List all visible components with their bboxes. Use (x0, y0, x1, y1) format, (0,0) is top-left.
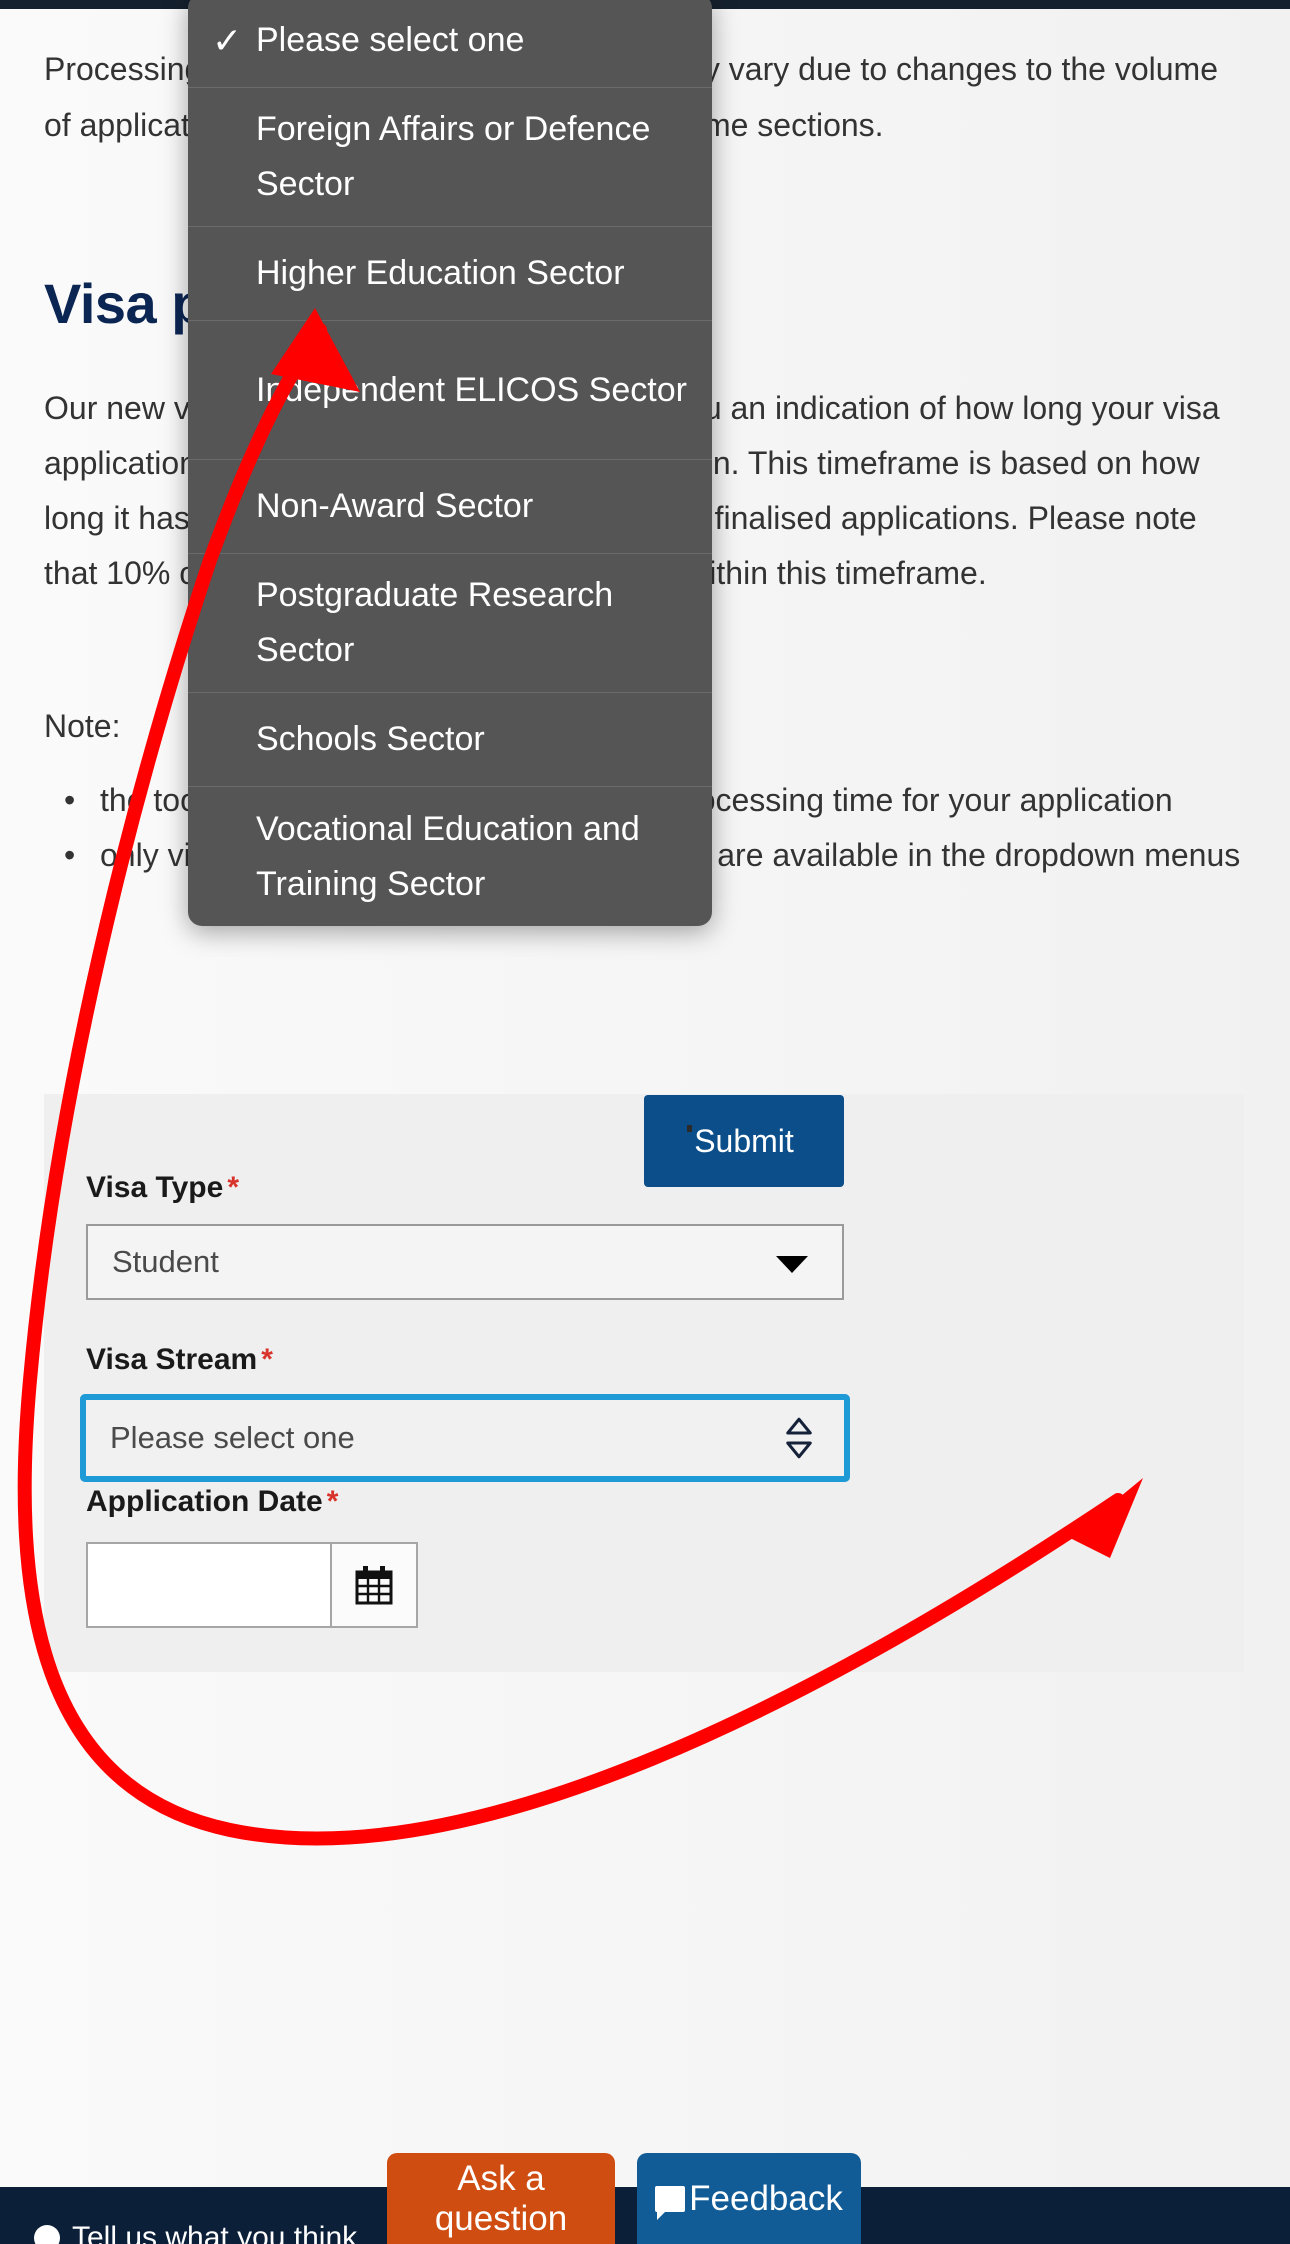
required-asterisk: * (326, 1485, 339, 1518)
application-date-label: Application Date * (86, 1485, 339, 1518)
calendar-picker-button[interactable] (330, 1542, 418, 1628)
dropdown-option-label: Please select one (256, 21, 525, 59)
feedback-label: Feedback (689, 2178, 843, 2218)
dropdown-option-please-select-one[interactable]: ✓ Please select one (188, 0, 712, 88)
visa-stream-select[interactable]: Please select one (80, 1394, 850, 1482)
dropdown-option-label: Non-Award Sector (256, 487, 534, 525)
dropdown-option-label: Postgraduate Research Sector (256, 576, 614, 669)
visa-stream-value: Please select one (110, 1420, 355, 1455)
dropdown-option-non-award-sector[interactable]: Non-Award Sector (188, 460, 712, 554)
visa-type-select[interactable]: Student (86, 1224, 844, 1300)
dropdown-option-label: Higher Education Sector (256, 254, 625, 292)
dropdown-option-label: Schools Sector (256, 720, 485, 758)
ask-a-question-button[interactable]: Ask a question (387, 2153, 615, 2244)
dropdown-option-label: Foreign Affairs or Defence Sector (256, 110, 651, 203)
submit-button[interactable]: Submit (644, 1095, 844, 1187)
feedback-button[interactable]: Feedback (637, 2153, 861, 2244)
calendar-icon (355, 1566, 393, 1605)
dropdown-option-independent-elicos-sector[interactable]: Independent ELICOS Sector (188, 321, 712, 460)
application-date-group (86, 1542, 418, 1628)
visa-type-value: Student (112, 1244, 219, 1279)
dropdown-option-postgraduate-research-sector[interactable]: Postgraduate Research Sector (188, 554, 712, 693)
stray-dot (687, 1125, 692, 1132)
visa-processing-form: Visa Type * Student Visa Stream * Please s… (44, 1094, 1244, 1672)
visa-stream-label: Visa Stream * (86, 1343, 273, 1376)
chat-bubble-icon (655, 2185, 686, 2220)
bullet-icon: • (64, 837, 76, 873)
dropdown-option-vocational-education-and-training-sector[interactable]: Vocational Education and Training Sector (188, 787, 712, 926)
check-icon: ✓ (212, 19, 243, 61)
visa-stream-dropdown-menu[interactable]: ✓ Please select one Foreign Affairs or D… (188, 0, 712, 926)
dropdown-option-label: Vocational Education and Training Sector (256, 809, 640, 903)
dropdown-option-schools-sector[interactable]: Schools Sector (188, 693, 712, 787)
floating-action-row: Ask a question Feedback (0, 2153, 1290, 2244)
required-asterisk: * (227, 1171, 239, 1204)
chevron-down-icon (776, 1256, 808, 1273)
dropdown-option-higher-education-sector[interactable]: Higher Education Sector (188, 227, 712, 321)
chevron-up-down-icon (786, 1417, 812, 1459)
note-label: Note: (44, 708, 121, 744)
required-asterisk: * (261, 1343, 273, 1376)
dropdown-option-label: Independent ELICOS Sector (256, 370, 687, 409)
application-date-input[interactable] (86, 1542, 330, 1628)
bullet-icon: • (64, 782, 76, 818)
visa-type-label: Visa Type * (86, 1171, 239, 1204)
dropdown-option-foreign-affairs-or-defence-sector[interactable]: Foreign Affairs or Defence Sector (188, 88, 712, 227)
